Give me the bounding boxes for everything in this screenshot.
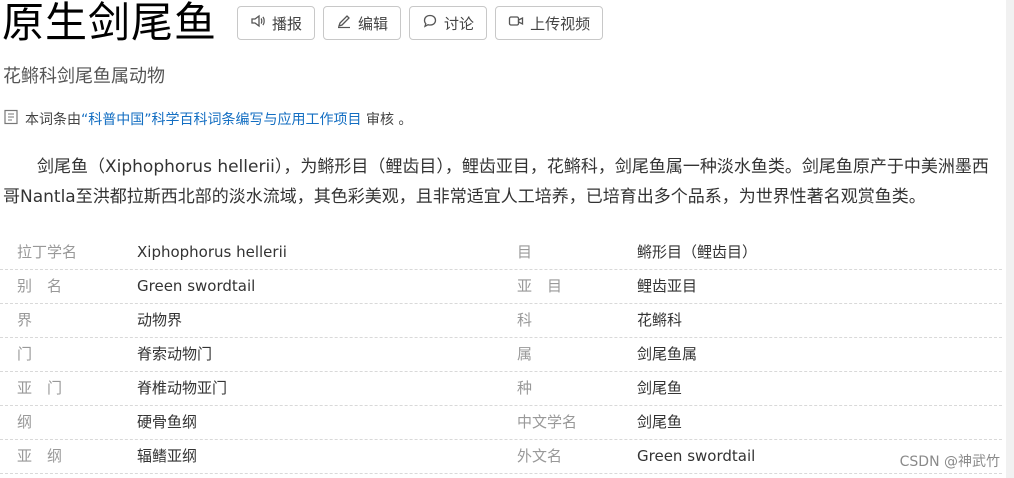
info-row: 别 名 Green swordtail 亚 目 鲤齿亚目 bbox=[0, 270, 1002, 304]
info-row: 亚 纲 辐鳍亚纲 外文名 Green swordtail bbox=[0, 440, 1002, 474]
discuss-button[interactable]: 讨论 bbox=[409, 6, 488, 40]
speaker-icon bbox=[250, 13, 266, 33]
info-row: 纲 硬骨鱼纲 中文学名 剑尾鱼 bbox=[0, 406, 1002, 440]
intro-paragraph: 剑尾鱼（Xiphophorus hellerii），为鳉形目（鲤齿目），鲤齿亚目… bbox=[3, 157, 989, 207]
basic-info-table: 拉丁学名 Xiphophorus hellerii 目 鳉形目（鲤齿目） 别 名 Gree… bbox=[0, 236, 1002, 474]
info-value: 剑尾鱼 bbox=[637, 413, 683, 431]
info-row: 界 动物界 科 花鳉科 bbox=[0, 304, 1002, 338]
info-key: 属 bbox=[517, 345, 533, 363]
info-key: 科 bbox=[517, 311, 533, 329]
upload-video-label: 上传视频 bbox=[530, 14, 591, 33]
info-value: 脊索动物门 bbox=[137, 345, 213, 363]
info-key: 目 bbox=[517, 243, 533, 261]
play-button[interactable]: 播报 bbox=[237, 6, 316, 40]
info-value: 花鳉科 bbox=[637, 311, 683, 329]
info-value: 剑尾鱼属 bbox=[637, 345, 698, 363]
info-row: 亚 门 脊椎动物亚门 种 剑尾鱼 bbox=[0, 372, 1002, 406]
info-key: 门 bbox=[17, 345, 33, 363]
chat-bubble-icon bbox=[422, 13, 438, 33]
info-value: Green swordtail bbox=[637, 447, 756, 465]
play-label: 播报 bbox=[272, 14, 303, 33]
discuss-label: 讨论 bbox=[444, 14, 475, 33]
document-icon bbox=[3, 109, 19, 129]
info-value: 辐鳍亚纲 bbox=[137, 447, 198, 465]
info-value: Green swordtail bbox=[137, 277, 256, 295]
audit-project-link[interactable]: “科普中国”科学百科词条编写与应用工作项目 bbox=[81, 112, 362, 128]
watermark: CSDN @神武竹 bbox=[899, 454, 1000, 470]
title-row: 原生剑尾鱼 播报 编辑 讨论 上传视频 bbox=[2, 0, 611, 46]
info-value: 脊椎动物亚门 bbox=[137, 379, 228, 397]
edit-label: 编辑 bbox=[358, 14, 389, 33]
info-key: 种 bbox=[517, 379, 533, 397]
pencil-icon bbox=[336, 13, 352, 33]
video-camera-icon bbox=[508, 13, 524, 33]
info-value: 鲤齿亚目 bbox=[637, 277, 698, 295]
info-row: 拉丁学名 Xiphophorus hellerii 目 鳉形目（鲤齿目） bbox=[0, 236, 1002, 270]
info-key: 界 bbox=[17, 311, 33, 329]
audit-notice: 本词条由“科普中国”科学百科词条编写与应用工作项目 审核 。 bbox=[3, 109, 412, 129]
info-key: 外文名 bbox=[517, 447, 563, 465]
info-key: 拉丁学名 bbox=[17, 243, 78, 261]
upload-video-button[interactable]: 上传视频 bbox=[495, 6, 604, 40]
audit-suffix: 审核 。 bbox=[365, 112, 413, 128]
info-key: 纲 bbox=[17, 413, 33, 431]
info-key: 中文学名 bbox=[517, 413, 578, 431]
info-value: 鳉形目（鲤齿目） bbox=[637, 243, 758, 261]
entry-subtitle: 花鳉科剑尾鱼属动物 bbox=[3, 66, 165, 87]
info-value: 硬骨鱼纲 bbox=[137, 413, 198, 431]
edit-button[interactable]: 编辑 bbox=[323, 6, 402, 40]
info-value: 动物界 bbox=[137, 311, 183, 329]
info-key: 亚 纲 bbox=[17, 447, 63, 465]
audit-prefix: 本词条由 bbox=[25, 112, 81, 128]
info-value: Xiphophorus hellerii bbox=[137, 243, 287, 261]
scrollbar[interactable] bbox=[1006, 0, 1014, 478]
info-value: 剑尾鱼 bbox=[637, 379, 683, 397]
page-title: 原生剑尾鱼 bbox=[2, 0, 218, 47]
info-key: 亚 目 bbox=[517, 277, 563, 295]
info-key: 亚 门 bbox=[17, 379, 63, 397]
info-row: 门 脊索动物门 属 剑尾鱼属 bbox=[0, 338, 1002, 372]
info-key: 别 名 bbox=[17, 277, 63, 295]
